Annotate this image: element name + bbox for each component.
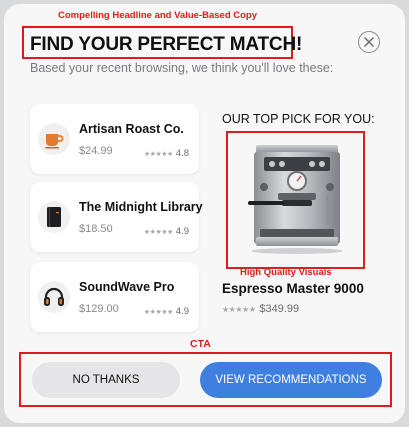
card-price: $129.00: [79, 303, 119, 315]
card-title: The Midnight Library: [79, 200, 203, 214]
card-price: $18.50: [79, 223, 113, 235]
top-pick-label: OUR TOP PICK FOR YOU:: [222, 112, 375, 126]
cta-annotation-label: CTA: [190, 338, 211, 350]
recommendation-modal: Compelling Headline and Value-Based Copy…: [4, 4, 405, 423]
list-item[interactable]: Artisan Roast Co. $24.99 ★★★★★ 4.8: [30, 104, 199, 174]
no-thanks-button[interactable]: NO THANKS: [32, 362, 180, 398]
rating-value: 4.9: [175, 226, 189, 237]
rating-value: 4.9: [175, 306, 189, 317]
top-pick-rating: ★★★★★ $349.99: [222, 303, 299, 315]
card-title: Artisan Roast Co.: [79, 122, 184, 136]
rating-value: 4.8: [175, 148, 189, 159]
coffee-cup-icon: [38, 123, 70, 155]
star-rating-icons: ★★★★★: [143, 150, 173, 158]
close-button[interactable]: [358, 31, 380, 53]
visuals-annotation-label: High Quality Visuals: [240, 267, 332, 278]
star-rating-icons: ★★★★★: [222, 304, 256, 314]
headphones-icon: [38, 281, 70, 313]
book-icon: [38, 201, 70, 233]
subtitle: Based your recent browsing, we think you…: [30, 61, 334, 75]
close-icon: [364, 37, 374, 47]
card-title: SoundWave Pro: [79, 280, 175, 294]
star-rating-icons: ★★★★★: [143, 308, 173, 316]
view-recommendations-button[interactable]: VIEW RECOMMENDATIONS: [200, 362, 382, 398]
list-item[interactable]: The Midnight Library $18.50 ★★★★★ 4.9: [30, 182, 203, 252]
star-rating-icons: ★★★★★: [143, 228, 173, 236]
card-price: $24.99: [79, 145, 113, 157]
card-rating: ★★★★★ 4.8: [144, 148, 189, 159]
top-pick-name: Espresso Master 9000: [222, 281, 364, 296]
top-pick-price: $349.99: [259, 303, 300, 315]
headline-annotation-label: Compelling Headline and Value-Based Copy: [58, 10, 258, 21]
card-rating: ★★★★★ 4.9: [144, 226, 189, 237]
card-rating: ★★★★★ 4.9: [144, 306, 189, 317]
espresso-machine-image[interactable]: [234, 137, 358, 261]
page-title: FIND YOUR PERFECT MATCH!: [30, 34, 303, 55]
list-item[interactable]: SoundWave Pro $129.00 ★★★★★ 4.9: [30, 262, 199, 332]
